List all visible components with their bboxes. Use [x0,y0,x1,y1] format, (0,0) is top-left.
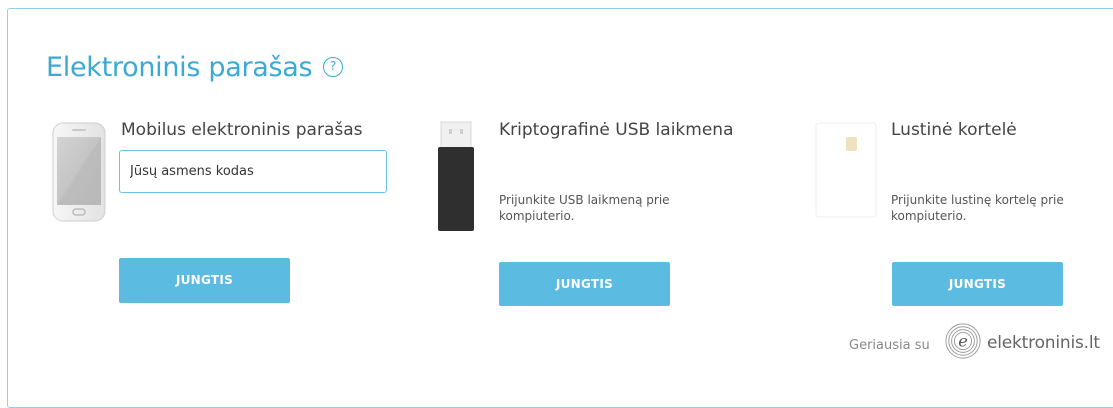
smart-card-icon [815,122,877,218]
usb-connect-button[interactable]: JUNGTIS [499,262,670,306]
page-title: Elektroninis parašas [46,52,313,83]
card-connect-button[interactable]: JUNGTIS [892,262,1063,306]
mobile-connect-button[interactable]: JUNGTIS [119,258,290,303]
svg-text:e: e [958,332,968,351]
card-title: Lustinė kortelė [891,120,1017,140]
footer-brand[interactable]: elektroninis.lt [987,333,1100,353]
usb-description: Prijunkite USB laikmeną prie kompiuterio… [499,193,670,223]
help-icon[interactable]: ? [323,57,343,77]
usb-title: Kriptografinė USB laikmena [499,120,734,140]
personal-code-input[interactable] [119,150,387,193]
mobile-title: Mobilus elektroninis parašas [121,120,363,140]
elektroninis-logo-icon: e [945,323,981,359]
card-description: Prijunkite lustinę kortelę prie kompiute… [891,193,1064,223]
usb-token-icon [438,121,474,231]
footer-prefix: Geriausia su [849,338,930,353]
smartphone-icon [52,122,106,222]
